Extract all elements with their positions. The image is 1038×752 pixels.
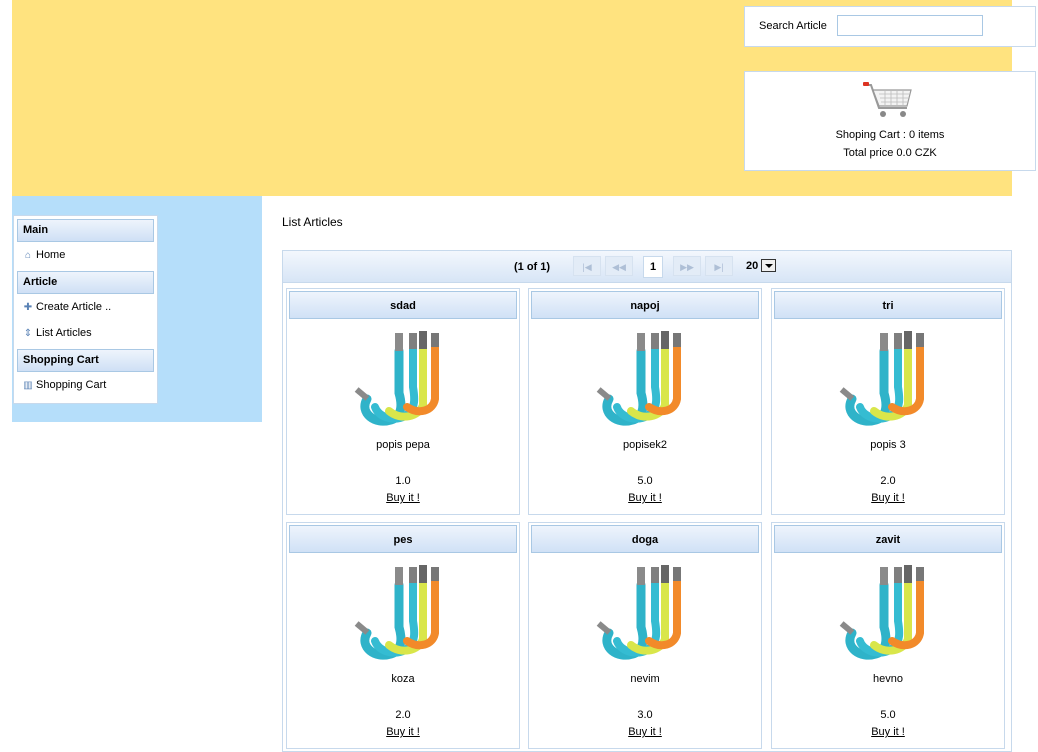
article-name: doga (531, 525, 759, 553)
product-image (587, 327, 703, 433)
search-input[interactable] (837, 15, 983, 36)
next-page-button[interactable]: ▶▶ (673, 256, 701, 276)
menu-header-article: Article (17, 271, 154, 294)
rows-per-page-value: 20 (746, 259, 759, 272)
shopping-cart-icon[interactable] (863, 80, 917, 122)
search-label: Search Article (759, 20, 827, 32)
buy-link[interactable]: Buy it ! (772, 726, 1004, 738)
menu-item-home[interactable]: ⌂ Home (14, 242, 157, 268)
article-description: nevim (630, 673, 660, 685)
search-panel: Search Article (744, 6, 1036, 47)
article-price: 1.0 (395, 475, 411, 487)
article-name: zavit (774, 525, 1002, 553)
page-count: (1 of 1) (514, 261, 551, 273)
menu-item-list-articles-label: List Articles (36, 327, 92, 339)
menu-item-home-label: Home (36, 249, 66, 261)
menu-item-shopping-cart[interactable]: ▥ Shopping Cart (14, 372, 157, 398)
sort-arrows-icon: ⇕ (23, 328, 33, 339)
plus-icon: ✚ (23, 302, 33, 313)
menu-item-create-article-label: Create Article .. (36, 301, 112, 313)
product-image (830, 561, 946, 667)
article-price: 2.0 (395, 709, 411, 721)
cart-items-count: Shoping Cart : 0 items (835, 129, 945, 141)
menu-item-list-articles[interactable]: ⇕ List Articles (14, 320, 157, 346)
article-price: 3.0 (637, 709, 653, 721)
article-description: koza (391, 673, 415, 685)
article-name: tri (774, 291, 1002, 319)
article-name: sdad (289, 291, 517, 319)
article-description: popis pepa (376, 439, 430, 451)
article-grid: (1 of 1) |◀ ◀◀ 1 ▶▶ ▶| 20 sdad popis pep… (282, 250, 1012, 752)
article-description: popis 3 (870, 439, 906, 451)
article-card: tri popis 3 2.0 Buy it ! (771, 288, 1005, 515)
buy-link[interactable]: Buy it ! (772, 492, 1004, 504)
product-image (587, 561, 703, 667)
article-price: 5.0 (880, 709, 896, 721)
buy-link[interactable]: Buy it ! (287, 492, 519, 504)
page-title: List Articles (282, 215, 343, 229)
previous-page-button[interactable]: ◀◀ (605, 256, 633, 276)
cart-icon: ▥ (23, 380, 33, 391)
product-image (830, 327, 946, 433)
article-price: 2.0 (880, 475, 896, 487)
menu-header-main: Main (17, 219, 154, 242)
article-name: napoj (531, 291, 759, 319)
article-name: pes (289, 525, 517, 553)
menu-item-create-article[interactable]: ✚ Create Article .. (14, 294, 157, 320)
article-price: 5.0 (637, 475, 653, 487)
paginator: (1 of 1) |◀ ◀◀ 1 ▶▶ ▶| 20 (283, 251, 1011, 283)
home-icon: ⌂ (24, 250, 32, 261)
article-card: napoj popisek2 5.0 Buy it ! (528, 288, 762, 515)
buy-link[interactable]: Buy it ! (529, 492, 761, 504)
first-page-button[interactable]: |◀ (573, 256, 601, 276)
cart-total-price: Total price 0.0 CZK (843, 147, 937, 159)
product-image (345, 327, 461, 433)
product-image (345, 561, 461, 667)
side-menu: Main ⌂ Home Article ✚ Create Article .. ⇕ L… (13, 215, 158, 404)
article-description: popisek2 (622, 439, 668, 451)
article-description: hevno (873, 673, 903, 685)
rows-per-page-select[interactable]: 20 (746, 259, 777, 275)
chevron-down-icon[interactable] (761, 259, 777, 272)
menu-header-shopping-cart: Shopping Cart (17, 349, 154, 372)
buy-link[interactable]: Buy it ! (287, 726, 519, 738)
article-card: sdad popis pepa 1.0 Buy it ! (286, 288, 520, 515)
page-number-button[interactable]: 1 (643, 256, 663, 278)
article-card: doga nevim 3.0 Buy it ! (528, 522, 762, 749)
cart-summary-panel: Shoping Cart : 0 items Total price 0.0 C… (744, 71, 1036, 171)
buy-link[interactable]: Buy it ! (529, 726, 761, 738)
article-card: zavit hevno 5.0 Buy it ! (771, 522, 1005, 749)
last-page-button[interactable]: ▶| (705, 256, 733, 276)
article-card: pes koza 2.0 Buy it ! (286, 522, 520, 749)
menu-item-shopping-cart-label: Shopping Cart (36, 379, 107, 391)
